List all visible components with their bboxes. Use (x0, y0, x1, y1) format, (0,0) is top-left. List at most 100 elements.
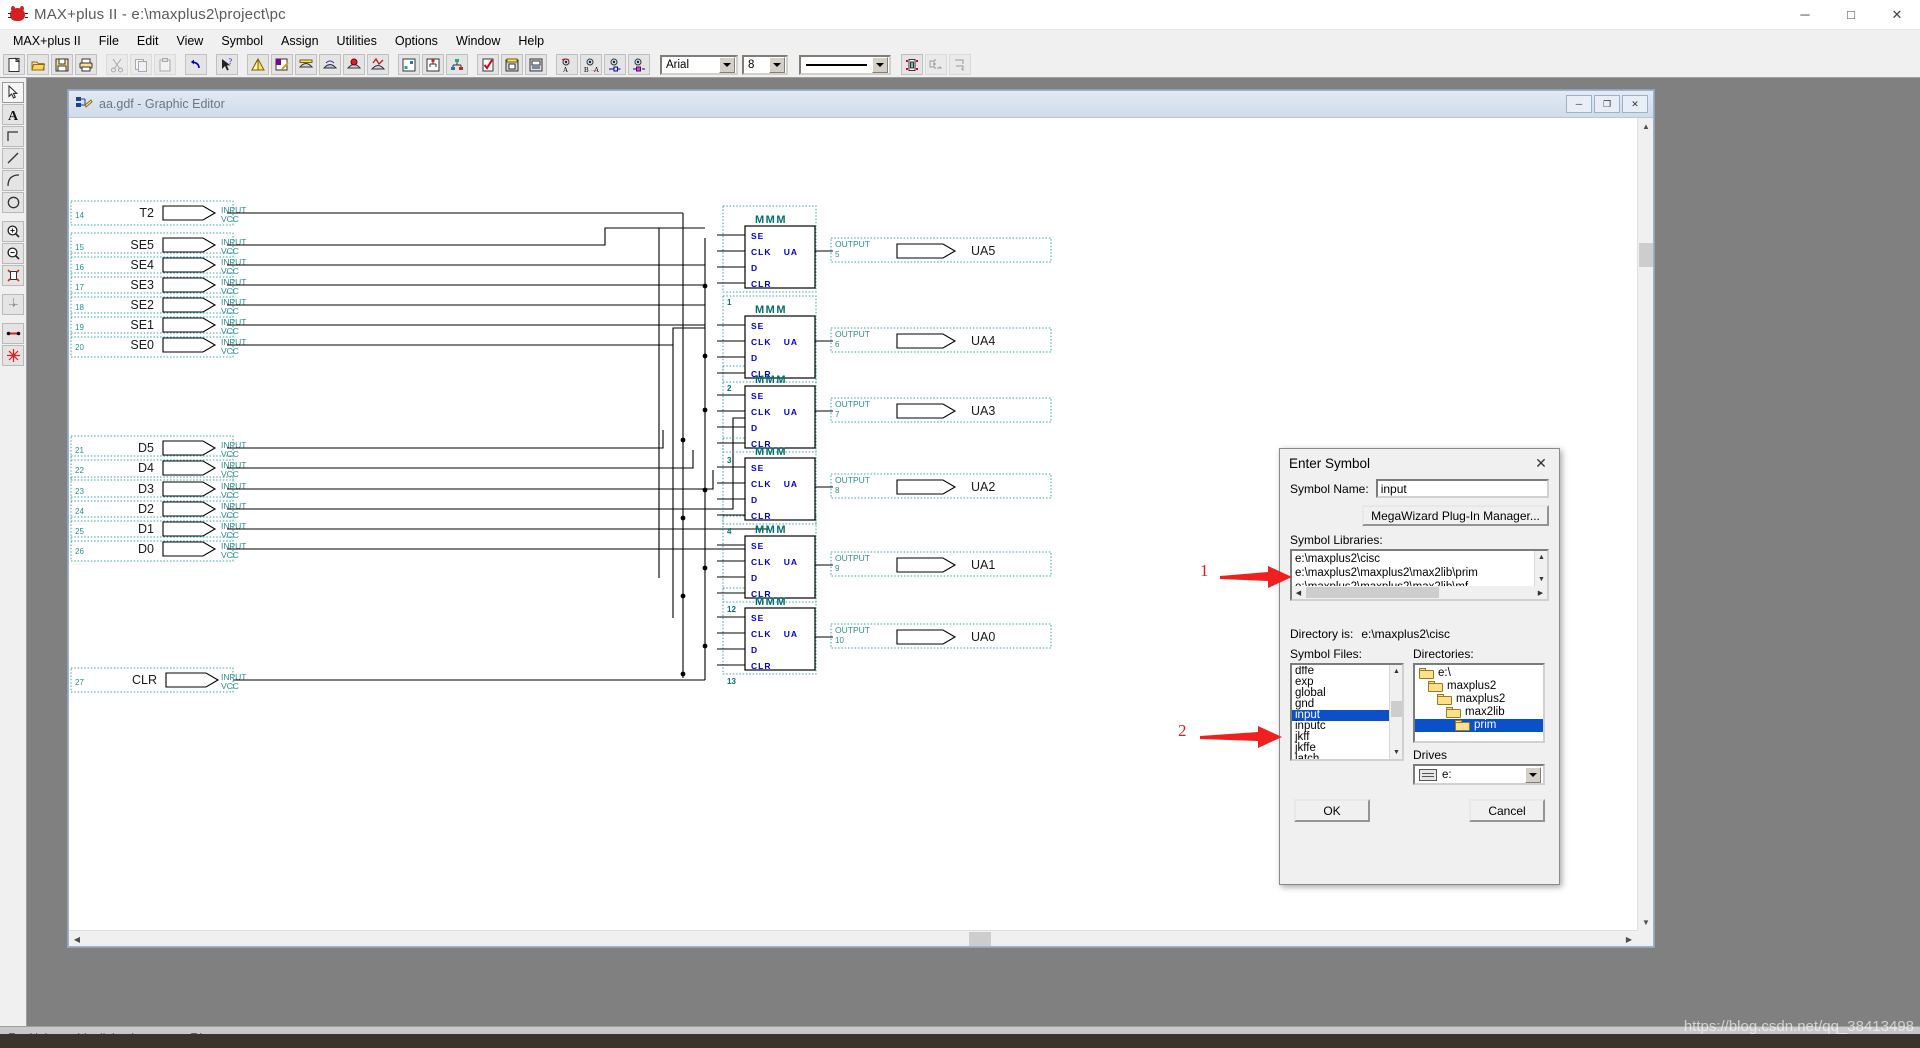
vertical-scroll-thumb[interactable] (1391, 701, 1402, 717)
scroll-right-icon[interactable]: ▶ (1534, 586, 1547, 599)
scroll-left-icon[interactable]: ◀ (1292, 586, 1305, 599)
diagonal-line-tool[interactable] (2, 148, 24, 169)
scroll-up-icon[interactable]: ▲ (1638, 118, 1653, 134)
message-processor-icon[interactable] (343, 54, 365, 75)
menu-window[interactable]: Window (447, 32, 509, 50)
simulator-icon[interactable] (271, 54, 293, 75)
line-style-combo[interactable] (799, 54, 891, 75)
menu-utilities[interactable]: Utilities (328, 32, 386, 50)
symbol-libraries-vscrollbar[interactable]: ▲ ▼ (1534, 551, 1547, 586)
node-name-icon[interactable]: A (556, 54, 578, 75)
node-pin-icon[interactable] (628, 54, 650, 75)
mdi-restore-button[interactable]: ❐ (1594, 95, 1620, 113)
symbol-name-input[interactable]: input (1375, 479, 1549, 498)
symbol-library-item[interactable]: e:\maxplus2\maxplus2\max2lib\mf (1292, 579, 1534, 586)
scroll-up-icon[interactable]: ▲ (1535, 551, 1547, 564)
mdi-minimize-button[interactable]: ─ (1566, 95, 1592, 113)
menu-help[interactable]: Help (509, 32, 553, 50)
maximize-button[interactable]: □ (1828, 0, 1874, 30)
node-probe-icon[interactable] (604, 54, 626, 75)
scroll-down-icon[interactable]: ▼ (1638, 914, 1653, 930)
scroll-left-icon[interactable]: ◀ (69, 931, 85, 946)
snap-to-grid-tool[interactable] (2, 294, 24, 315)
megawizard-plugin-manager-button[interactable]: MegaWizard Plug-In Manager... (1362, 505, 1549, 526)
zoom-out-tool[interactable] (2, 243, 24, 264)
new-file-icon[interactable] (3, 54, 25, 75)
menu-edit[interactable]: Edit (128, 32, 168, 50)
symbol-editor-icon[interactable] (446, 54, 468, 75)
symbol-properties-icon[interactable] (901, 54, 923, 75)
menu-assign[interactable]: Assign (272, 32, 328, 50)
font-size-combo[interactable]: 8 (742, 54, 788, 75)
compiler-icon[interactable] (247, 54, 269, 75)
print-icon[interactable] (75, 54, 97, 75)
floorplan-editor-icon[interactable] (398, 54, 420, 75)
scroll-down-icon[interactable]: ▼ (1390, 746, 1402, 759)
directories-listbox[interactable]: e:\ maxplus2 maxplus2 max2lib prim (1413, 663, 1545, 743)
vertical-scroll-thumb[interactable] (1639, 243, 1653, 267)
vertical-scrollbar[interactable]: ▲ ▼ (1637, 118, 1653, 930)
dialog-close-icon[interactable]: ✕ (1523, 449, 1559, 477)
symbol-library-item[interactable]: e:\maxplus2\maxplus2\max2lib\prim (1292, 565, 1534, 579)
flip-horizontal-icon[interactable] (925, 54, 947, 75)
programmer-icon[interactable] (319, 54, 341, 75)
directory-item[interactable]: max2lib (1415, 706, 1543, 719)
horizontal-scrollbar[interactable]: ◀ ▶ (69, 930, 1637, 946)
menu-view[interactable]: View (167, 32, 212, 50)
save-disk-icon[interactable] (51, 54, 73, 75)
hierarchy-display-icon[interactable] (422, 54, 444, 75)
menu-options[interactable]: Options (386, 32, 447, 50)
chevron-down-icon[interactable] (769, 56, 785, 73)
rubberband-tool[interactable] (2, 323, 24, 344)
chevron-down-icon[interactable] (872, 56, 888, 73)
selection-arrow-tool[interactable] (2, 82, 24, 103)
orthogonal-line-tool[interactable] (2, 126, 24, 147)
directory-item-selected[interactable]: prim (1415, 719, 1543, 732)
ok-button[interactable]: OK (1294, 799, 1370, 822)
design-doctor-icon[interactable] (477, 54, 499, 75)
scroll-right-icon[interactable]: ▶ (1621, 931, 1637, 946)
symbol-file-item[interactable]: latch (1292, 753, 1389, 759)
symbol-library-item[interactable]: e:\maxplus2\cisc (1292, 552, 1534, 565)
scroll-up-icon[interactable]: ▲ (1390, 665, 1402, 678)
arc-tool[interactable] (2, 170, 24, 191)
chevron-down-icon[interactable] (1525, 766, 1541, 783)
waveform-editor-icon[interactable] (367, 54, 389, 75)
copy-icon[interactable] (130, 54, 152, 75)
symbol-libraries-listbox[interactable]: e:\maxplus2\cisc e:\maxplus2\maxplus2\ma… (1290, 549, 1549, 601)
rotate-icon[interactable] (949, 54, 971, 75)
menu-symbol[interactable]: Symbol (212, 32, 272, 50)
symbol-libraries-hscrollbar[interactable]: ◀ ▶ (1292, 586, 1547, 599)
text-tool[interactable]: A (2, 104, 24, 125)
node-rename-icon[interactable]: B → A (580, 54, 602, 75)
undo-icon[interactable] (185, 54, 207, 75)
open-folder-icon[interactable] (27, 54, 49, 75)
minimize-button[interactable]: ─ (1782, 0, 1828, 30)
save-and-check-icon[interactable] (501, 54, 523, 75)
zoom-in-tool[interactable] (2, 221, 24, 242)
drives-combo[interactable]: e: (1413, 764, 1545, 785)
scroll-down-icon[interactable]: ▼ (1535, 573, 1547, 586)
guideline-burst-tool[interactable] (2, 345, 24, 366)
circle-tool[interactable] (2, 192, 24, 213)
menu-maxplus2[interactable]: MAX+plus II (4, 32, 90, 50)
cancel-button[interactable]: Cancel (1469, 799, 1545, 822)
symbol-files-vscrollbar[interactable]: ▲ ▼ (1389, 665, 1402, 759)
chevron-down-icon[interactable] (719, 56, 735, 73)
directory-item[interactable]: maxplus2 (1415, 693, 1543, 706)
close-button[interactable]: ✕ (1874, 0, 1920, 30)
timing-analyzer-icon[interactable] (295, 54, 317, 75)
context-help-icon[interactable]: ? (216, 54, 238, 75)
horizontal-scroll-thumb[interactable] (969, 932, 991, 946)
fit-in-window-tool[interactable] (2, 265, 24, 286)
menu-file[interactable]: File (90, 32, 128, 50)
directory-item[interactable]: maxplus2 (1415, 680, 1543, 693)
symbol-files-listbox[interactable]: dffe exp global gnd input inputc jkff jk… (1290, 663, 1404, 761)
save-compile-icon[interactable] (525, 54, 547, 75)
directory-item[interactable]: e:\ (1415, 667, 1543, 680)
mdi-close-button[interactable]: ✕ (1622, 95, 1648, 113)
horizontal-scroll-thumb[interactable] (1306, 587, 1439, 598)
paste-icon[interactable] (154, 54, 176, 75)
font-family-combo[interactable]: Arial (660, 54, 738, 75)
cut-scissors-icon[interactable] (106, 54, 128, 75)
